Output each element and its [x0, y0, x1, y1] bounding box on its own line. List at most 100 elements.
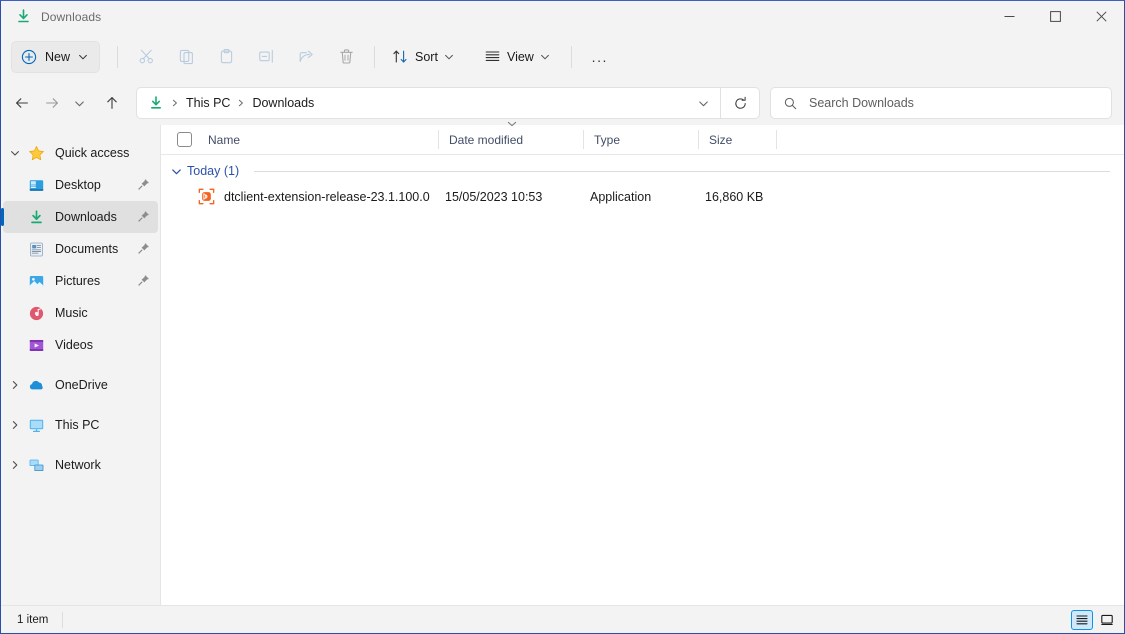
scissors-icon — [139, 49, 153, 64]
breadcrumb-right-controls — [686, 88, 759, 118]
sidebar-label-this-pc: This PC — [55, 418, 100, 432]
chevron-down-icon — [445, 54, 453, 59]
share-button[interactable] — [286, 41, 326, 73]
sort-button[interactable]: Sort — [383, 41, 463, 73]
column-headers: Name Date modified Type Size — [161, 121, 1124, 155]
title-bar: Downloads — [1, 1, 1124, 32]
file-name-cell: dtclient-extension-release-23.1.100.0 — [165, 188, 439, 205]
chevron-right-icon[interactable] — [3, 409, 27, 441]
column-header-size-label: Size — [709, 132, 733, 147]
sidebar-label-downloads: Downloads — [55, 210, 117, 224]
breadcrumb[interactable]: This PC Downloads — [136, 87, 760, 119]
toolbar-separator — [117, 45, 119, 68]
group-header-today[interactable]: Today (1) — [161, 160, 1124, 182]
pin-icon[interactable] — [136, 273, 152, 289]
select-all-checkbox[interactable] — [161, 125, 208, 155]
view-toggle-group — [1071, 609, 1118, 630]
sidebar-gap-3 — [1, 441, 160, 449]
sidebar-label-documents: Documents — [55, 242, 119, 256]
copy-icon — [179, 49, 193, 65]
sidebar-item-onedrive[interactable]: OneDrive — [3, 369, 158, 401]
sidebar-item-network[interactable]: Network — [3, 449, 158, 481]
downloads-arrow-icon — [151, 96, 161, 109]
sidebar-label-network: Network — [55, 458, 101, 472]
rename-button[interactable] — [246, 41, 286, 73]
view-lines-icon — [485, 51, 500, 61]
see-more-button[interactable]: ... — [580, 41, 620, 73]
new-button[interactable]: New — [11, 40, 101, 73]
file-list-pane: Name Date modified Type Size Today (1) d… — [161, 121, 1124, 605]
sidebar-item-music[interactable]: Music — [3, 297, 158, 329]
close-button[interactable] — [1078, 1, 1124, 32]
table-row[interactable]: dtclient-extension-release-23.1.100.0 15… — [165, 183, 1120, 210]
breadcrumb-item-downloads[interactable]: Downloads — [252, 96, 314, 110]
pin-icon[interactable] — [136, 177, 152, 193]
search-icon — [784, 97, 797, 109]
search-input[interactable]: Search Downloads — [809, 96, 914, 110]
back-button[interactable] — [7, 88, 37, 118]
column-header-name-label: Name — [208, 132, 241, 147]
sidebar-item-this-pc[interactable]: This PC — [3, 409, 158, 441]
previous-locations-button[interactable] — [686, 88, 720, 118]
chevron-down-icon — [74, 100, 84, 106]
desktop-icon — [27, 176, 45, 194]
arrow-up-icon — [107, 97, 117, 109]
sidebar-item-videos[interactable]: Videos — [3, 329, 158, 361]
breadcrumb-item-this-pc[interactable]: This PC — [186, 96, 230, 110]
file-list[interactable]: Today (1) dtclient-extension-release-23.… — [161, 155, 1124, 605]
up-button[interactable] — [97, 88, 127, 118]
monitor-icon — [27, 416, 45, 434]
downloads-icon — [27, 208, 45, 226]
maximize-button[interactable] — [1032, 1, 1078, 32]
recent-locations-button[interactable] — [67, 88, 91, 118]
chevron-right-icon[interactable] — [3, 369, 27, 401]
cut-button[interactable] — [126, 41, 166, 73]
title-bar-left: Downloads — [1, 8, 101, 25]
sidebar-item-quick-access[interactable]: Quick access — [3, 137, 158, 169]
pin-icon[interactable] — [136, 209, 152, 225]
sort-button-label: Sort — [415, 49, 438, 64]
column-header-type[interactable]: Type — [584, 125, 699, 155]
paste-button[interactable] — [206, 41, 246, 73]
delete-button[interactable] — [326, 41, 366, 73]
chevron-right-icon[interactable] — [3, 449, 27, 481]
chevron-down-icon[interactable] — [3, 137, 27, 169]
pin-icon[interactable] — [136, 241, 152, 257]
column-header-size[interactable]: Size — [699, 125, 777, 155]
file-date-cell: 15/05/2023 10:53 — [445, 189, 543, 204]
chevron-down-icon[interactable] — [170, 166, 182, 177]
status-bar: 1 item — [1, 605, 1124, 633]
share-icon — [299, 50, 313, 62]
breadcrumb-separator-icon — [171, 99, 179, 107]
large-icon-tile-icon — [1101, 614, 1113, 625]
column-divider[interactable] — [776, 129, 777, 149]
column-header-name[interactable]: Name — [208, 125, 439, 155]
column-header-date-modified[interactable]: Date modified — [439, 121, 584, 155]
sidebar-item-documents[interactable]: Documents — [3, 233, 158, 265]
large-icons-view-button[interactable] — [1096, 610, 1118, 630]
sidebar-item-downloads[interactable]: Downloads — [1, 201, 158, 233]
clipboard-icon — [220, 48, 232, 64]
network-icon — [27, 456, 45, 474]
copy-button[interactable] — [166, 41, 206, 73]
file-size-cell: 16,860 KB — [705, 189, 764, 204]
sidebar-gap-2 — [1, 401, 160, 409]
sidebar-label-videos: Videos — [55, 338, 93, 352]
sidebar-item-pictures[interactable]: Pictures — [3, 265, 158, 297]
toolbar-separator-2 — [374, 45, 376, 68]
forward-button[interactable] — [37, 88, 67, 118]
details-lines-icon — [1076, 614, 1088, 624]
minimize-icon — [1004, 16, 1014, 17]
refresh-button[interactable] — [721, 88, 759, 118]
view-button[interactable]: View — [475, 41, 559, 73]
column-header-date-label: Date modified — [449, 132, 524, 147]
checkbox-icon — [177, 132, 192, 147]
details-view-button[interactable] — [1071, 609, 1093, 630]
plus-circle-icon — [21, 49, 37, 64]
sidebar-item-desktop[interactable]: Desktop — [3, 169, 158, 201]
minimize-button[interactable] — [986, 1, 1032, 32]
navigation-pane: Quick access Desktop Downloads Documents… — [1, 125, 161, 605]
file-type-cell: Application — [590, 189, 652, 204]
application-exe-icon — [198, 188, 215, 205]
search-box[interactable]: Search Downloads — [770, 87, 1112, 119]
